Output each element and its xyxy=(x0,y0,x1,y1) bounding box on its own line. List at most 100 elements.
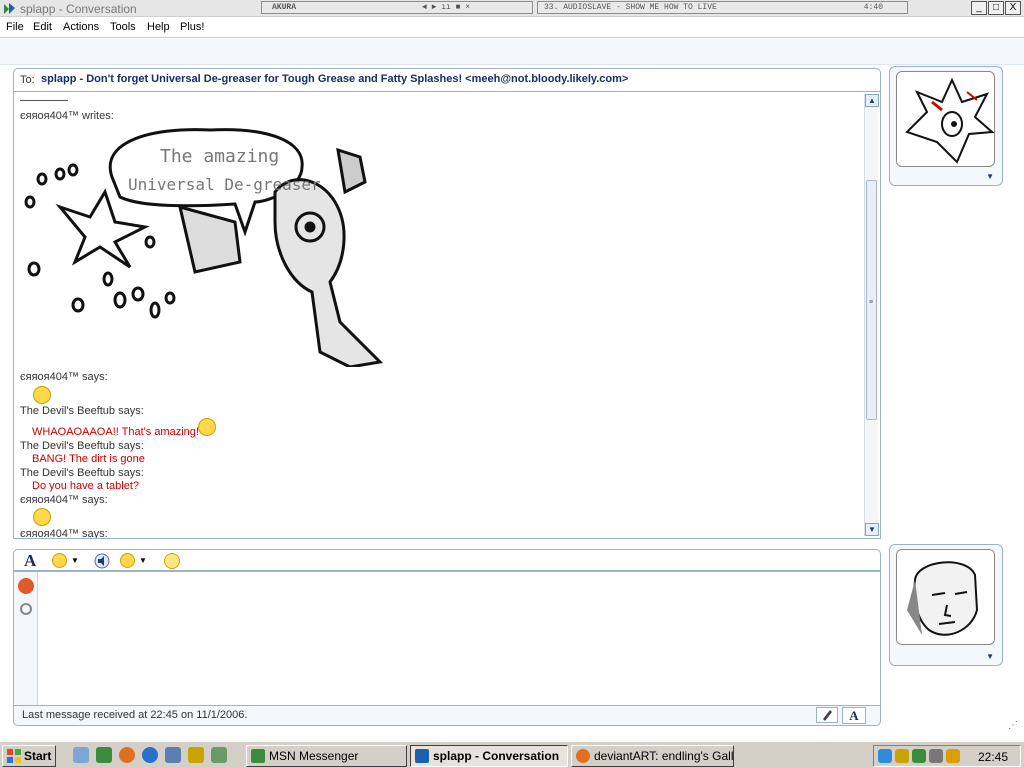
msn-icon xyxy=(251,749,265,763)
message-input[interactable] xyxy=(13,571,881,706)
contact-name[interactable]: splapp - Don't forget Universal De-greas… xyxy=(41,73,628,85)
to-label: To: xyxy=(20,74,35,86)
menu-bar: File Edit Actions Tools Help Plus! xyxy=(0,18,1024,38)
winamp-controls[interactable]: ◄ ► ıı ■ × xyxy=(422,3,470,12)
message-sender: The Devil's Beeftub says: xyxy=(20,467,144,479)
menu-edit[interactable]: Edit xyxy=(33,21,52,33)
menu-actions[interactable]: Actions xyxy=(63,21,99,33)
text-mode-button[interactable]: A xyxy=(842,707,866,724)
task-msn-messenger[interactable]: MSN Messenger xyxy=(246,745,407,767)
speaker-icon xyxy=(94,553,110,569)
clock: 22:45 xyxy=(977,750,1008,764)
window-title: splapp - Conversation xyxy=(20,2,137,16)
menu-file[interactable]: File xyxy=(6,21,24,33)
menu-tools[interactable]: Tools xyxy=(110,21,136,33)
message-sender: єяяoя404™ says: xyxy=(20,528,108,539)
menu-plus[interactable]: Plus! xyxy=(180,21,204,33)
nudge-button[interactable] xyxy=(162,552,184,570)
minimize-button[interactable]: _ xyxy=(971,1,987,15)
nudge-icon xyxy=(164,553,180,569)
quicklaunch-firefox-icon[interactable] xyxy=(119,747,135,763)
emoticon-button[interactable]: ▼ xyxy=(52,552,80,570)
tray-pencil-icon[interactable] xyxy=(946,749,960,763)
quicklaunch-search-icon[interactable] xyxy=(73,747,89,763)
quicklaunch-ie-icon[interactable] xyxy=(142,747,158,763)
message-sender: єяяoя404™ says: xyxy=(20,371,108,383)
track-time: 4:40 xyxy=(863,3,883,12)
quicklaunch-pencil-icon[interactable] xyxy=(188,747,204,763)
handwriting-icon[interactable] xyxy=(20,603,32,615)
quicklaunch-msn-icon[interactable] xyxy=(96,747,112,763)
track-title: 33. AUDIOSLAVE - SHOW ME HOW TO LIVE xyxy=(544,3,717,12)
font-button[interactable]: A xyxy=(24,552,36,570)
task-label: splapp - Conversation xyxy=(433,749,560,763)
resize-grip-icon[interactable]: ⋰ xyxy=(1008,720,1018,731)
message-sender: єяяoя404™ writes: xyxy=(20,110,114,122)
firefox-icon xyxy=(576,749,590,763)
header-band xyxy=(0,39,1024,65)
user-avatar[interactable] xyxy=(896,549,995,645)
tray-network-icon[interactable] xyxy=(878,749,892,763)
drawing-text-line2: Universal De-greaser xyxy=(128,175,321,194)
start-button[interactable]: Start xyxy=(2,745,56,767)
chevron-down-icon[interactable]: ▼ xyxy=(986,172,994,181)
msn-conversation-icon xyxy=(415,749,429,763)
task-conversation[interactable]: splapp - Conversation xyxy=(410,745,568,767)
tongue-smiley-icon xyxy=(33,386,51,404)
chevron-down-icon: ▼ xyxy=(139,556,147,565)
tray-monitor-icon[interactable] xyxy=(929,749,943,763)
sonic-drawing-icon xyxy=(905,77,994,164)
msn-app-icon xyxy=(4,3,15,14)
tongue-smiley-icon xyxy=(33,508,51,526)
emoticon-icon xyxy=(52,553,67,568)
maximize-button[interactable]: □ xyxy=(988,1,1004,15)
quicklaunch-desktop-icon[interactable] xyxy=(211,747,227,763)
msn-butterfly-icon[interactable] xyxy=(18,578,34,594)
face-drawing-icon xyxy=(897,550,994,644)
message-text: Do you have a tablet? xyxy=(32,480,140,492)
quicklaunch-outlook-icon[interactable] xyxy=(165,747,181,763)
track-display: 33. AUDIOSLAVE - SHOW ME HOW TO LIVE 4:4… xyxy=(537,1,908,14)
side-tools xyxy=(14,572,38,705)
wink-button[interactable]: ▼ xyxy=(120,552,148,570)
status-text: Last message received at 22:45 on 11/1/2… xyxy=(22,709,248,721)
system-tray: 22:45 xyxy=(873,745,1021,767)
close-button[interactable]: X xyxy=(1005,1,1021,15)
message-sender: The Devil's Beeftub says: xyxy=(20,405,144,417)
contact-avatar[interactable] xyxy=(896,71,995,167)
message-sender: єяяoя404™ says: xyxy=(20,494,108,506)
compose-toolbar: A ▼ ▼ xyxy=(13,549,881,571)
task-label: deviantART: endling's Gall... xyxy=(594,749,734,763)
history-scrollbar[interactable]: ▲ ≡ ▼ xyxy=(864,94,879,536)
voice-clip-button[interactable] xyxy=(94,552,112,570)
message-sender: The Devil's Beeftub says: xyxy=(20,440,144,452)
smile-smiley-icon xyxy=(198,418,216,436)
status-bar: Last message received at 22:45 on 11/1/2… xyxy=(13,706,881,726)
winamp-bar[interactable]: AKURA ◄ ► ıı ■ × xyxy=(261,1,533,14)
scroll-thumb[interactable]: ≡ xyxy=(866,180,877,420)
scroll-grip-icon: ≡ xyxy=(869,299,874,306)
chevron-down-icon: ▼ xyxy=(71,556,79,565)
degreaser-drawing: The amazing Universal De-greaser xyxy=(24,128,384,367)
message-text: WHAOAOAAOA!! That's amazing! xyxy=(32,426,199,438)
drawing-text-line1: The amazing xyxy=(160,146,279,167)
pen-icon xyxy=(823,710,832,721)
tray-volume-icon[interactable] xyxy=(895,749,909,763)
chevron-down-icon[interactable]: ▼ xyxy=(986,652,994,661)
tray-msn-icon[interactable] xyxy=(912,749,926,763)
ink-mode-button[interactable] xyxy=(816,707,838,723)
task-deviantart[interactable]: deviantART: endling's Gall... xyxy=(571,745,734,767)
winamp-logo: AKURA xyxy=(272,3,297,12)
conversation-history[interactable]: єяяoя404™ writes: The amazing Universal … xyxy=(13,92,881,539)
scroll-down-icon[interactable]: ▼ xyxy=(865,523,879,536)
contact-display-picture-panel: ▼ xyxy=(889,66,1003,186)
task-label: MSN Messenger xyxy=(269,749,359,763)
menu-help[interactable]: Help xyxy=(147,21,170,33)
user-display-picture-panel: ▼ xyxy=(889,544,1003,666)
start-label: Start xyxy=(24,749,52,763)
windows-logo-icon xyxy=(7,749,21,763)
to-bar: To: splapp - Don't forget Universal De-g… xyxy=(13,68,881,92)
taskbar: Start MSN Messenger splapp - Conversatio… xyxy=(0,741,1024,768)
wink-icon xyxy=(120,553,135,568)
scroll-up-icon[interactable]: ▲ xyxy=(865,94,879,107)
